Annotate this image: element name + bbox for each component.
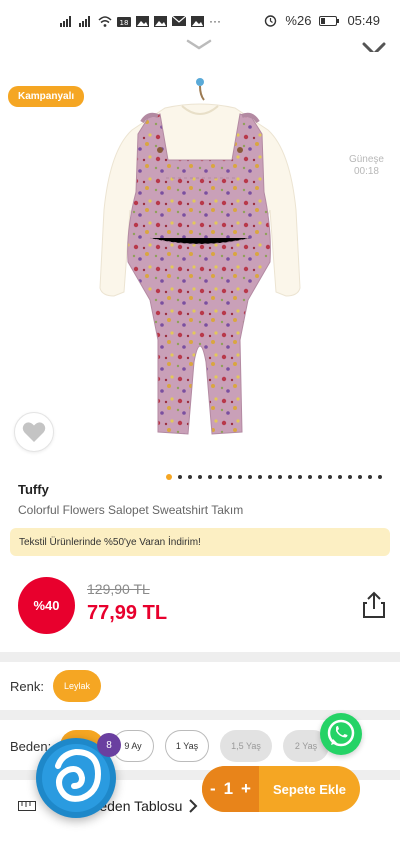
- section-divider: [0, 652, 400, 662]
- notification-icon: 18: [117, 17, 131, 27]
- carousel-dot[interactable]: [238, 475, 242, 479]
- carousel-dot[interactable]: [288, 475, 292, 479]
- favorite-button[interactable]: [14, 412, 54, 452]
- share-icon[interactable]: [362, 591, 386, 619]
- more-notifications-icon: ···: [209, 14, 221, 28]
- image-notification-icon: [154, 15, 167, 27]
- carousel-dot[interactable]: [378, 475, 382, 479]
- carousel-dot[interactable]: [166, 474, 172, 480]
- assistant-notification-badge: 8: [97, 733, 121, 757]
- carousel-dot[interactable]: [198, 475, 202, 479]
- carousel-dot[interactable]: [328, 475, 332, 479]
- color-option-leylak[interactable]: Leylak: [53, 670, 101, 702]
- campaign-badge: Kampanyalı: [8, 86, 85, 107]
- carousel-dot[interactable]: [318, 475, 322, 479]
- product-name: Colorful Flowers Salopet Sweatshirt Takı…: [18, 503, 244, 517]
- status-bar: 18 ··· %26 05:49: [0, 0, 400, 40]
- size-option-1-5-yas: 1,5 Yaş: [220, 730, 272, 762]
- status-icons-right: %26 05:49: [264, 13, 380, 28]
- chevron-right-icon: [189, 799, 198, 813]
- carousel-dot[interactable]: [228, 475, 232, 479]
- carousel-dot[interactable]: [308, 475, 312, 479]
- carousel-dot[interactable]: [268, 475, 272, 479]
- quantity-decrease-button[interactable]: -: [210, 779, 216, 799]
- discount-badge: %40: [18, 577, 75, 634]
- brand-name[interactable]: Tuffy: [18, 482, 49, 497]
- add-to-cart-button[interactable]: Sepete Ekle: [259, 782, 360, 797]
- alarm-icon: [265, 15, 277, 27]
- add-to-cart-bar: - 1 + Sepete Ekle: [202, 766, 360, 812]
- carousel-dot[interactable]: [278, 475, 282, 479]
- promo-banner[interactable]: Tekstil Ürünlerinde %50'ye Varan İndirim…: [10, 528, 390, 556]
- signal-icon: [60, 15, 71, 27]
- quantity-stepper: - 1 +: [202, 766, 259, 812]
- carousel-dot[interactable]: [258, 475, 262, 479]
- product-image-carousel[interactable]: [0, 52, 400, 462]
- carousel-indicator: [166, 474, 382, 480]
- watermark-line-1: Güneşe: [348, 154, 384, 165]
- carousel-dot[interactable]: [208, 475, 212, 479]
- carousel-dot[interactable]: [358, 475, 362, 479]
- chevron-down-icon[interactable]: [186, 38, 212, 52]
- ruler-icon: [18, 801, 36, 811]
- watermark-line-2: 00:18: [353, 166, 379, 177]
- carousel-dot[interactable]: [338, 475, 342, 479]
- status-icons-left: 18 ···: [60, 14, 221, 28]
- mail-icon: [172, 16, 186, 26]
- clock: 05:49: [347, 13, 380, 28]
- size-option-1-yas[interactable]: 1 Yaş: [165, 730, 209, 762]
- quantity-value: 1: [223, 779, 234, 798]
- whatsapp-icon: [327, 719, 355, 747]
- carousel-dot[interactable]: [218, 475, 222, 479]
- product-photo: [99, 78, 301, 435]
- battery-icon: [319, 15, 340, 26]
- image-watermark: Güneşe 00:18: [349, 154, 384, 178]
- color-label: Renk:: [10, 679, 44, 694]
- carousel-dot[interactable]: [348, 475, 352, 479]
- quantity-increase-button[interactable]: +: [241, 779, 251, 799]
- battery-percent: %26: [285, 13, 312, 28]
- whatsapp-button[interactable]: [320, 713, 362, 755]
- image-notification-icon: [136, 15, 149, 27]
- wifi-icon: [98, 15, 112, 27]
- signal-icon: [79, 15, 90, 27]
- carousel-dot[interactable]: [368, 475, 372, 479]
- old-price: 129,90 TL: [87, 581, 150, 597]
- heart-icon: [22, 422, 46, 442]
- carousel-dot[interactable]: [178, 475, 182, 479]
- signal-badge-text: 18: [120, 19, 129, 27]
- carousel-dot[interactable]: [298, 475, 302, 479]
- image-notification-icon: [191, 15, 204, 27]
- carousel-dot[interactable]: [188, 475, 192, 479]
- current-price: 77,99 TL: [87, 602, 168, 624]
- carousel-dot[interactable]: [248, 475, 252, 479]
